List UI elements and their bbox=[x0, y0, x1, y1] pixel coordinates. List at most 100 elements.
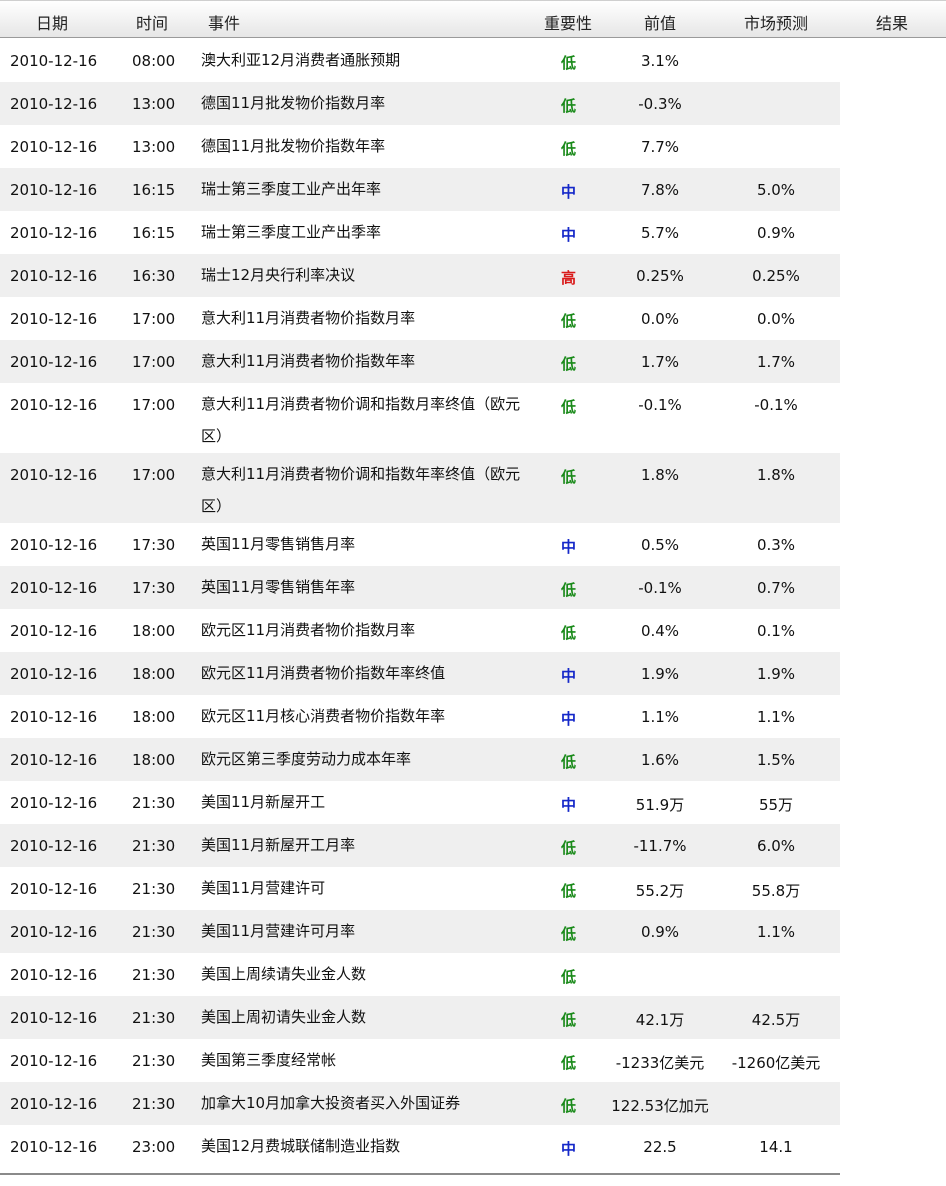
row-event: 澳大利亚12月消费者通胀预期 bbox=[201, 51, 401, 69]
row-date: 2010-12-16 bbox=[10, 267, 98, 285]
row-event: 意大利11月消费者物价调和指数年率终值（欧元区） bbox=[201, 465, 521, 515]
row-time: 16:30 bbox=[132, 267, 176, 285]
row-time: 18:00 bbox=[132, 665, 176, 683]
table-row: 2010-12-16 17:30 英国11月零售销售月率中 0.5% 0.3% bbox=[0, 523, 840, 566]
table-row: 2010-12-16 21:30 美国11月新屋开工中 51.9万 55万 bbox=[0, 781, 840, 824]
table-row: 2010-12-16 13:00 德国11月批发物价指数月率低 -0.3% bbox=[0, 82, 840, 125]
row-time: 21:30 bbox=[132, 1052, 176, 1070]
row-time: 13:00 bbox=[132, 95, 176, 113]
row-previous: 3.1% bbox=[640, 52, 680, 70]
row-time: 18:00 bbox=[132, 622, 176, 640]
row-forecast: 0.25% bbox=[752, 267, 800, 285]
row-forecast: 55.8万 bbox=[751, 882, 801, 900]
row-time: 17:30 bbox=[132, 579, 176, 597]
row-time: 21:30 bbox=[132, 837, 176, 855]
row-date: 2010-12-16 bbox=[10, 966, 98, 984]
row-date: 2010-12-16 bbox=[10, 708, 98, 726]
row-event: 英国11月零售销售月率 bbox=[201, 535, 356, 553]
row-forecast: 1.1% bbox=[756, 708, 796, 726]
row-time: 23:00 bbox=[132, 1138, 176, 1156]
row-event: 欧元区11月核心消费者物价指数年率 bbox=[201, 707, 446, 725]
row-event: 意大利11月消费者物价指数月率 bbox=[201, 309, 416, 327]
row-forecast: 0.1% bbox=[756, 622, 796, 640]
row-event: 美国11月新屋开工 bbox=[201, 793, 326, 811]
row-time: 21:30 bbox=[132, 880, 176, 898]
row-event: 美国11月新屋开工月率 bbox=[201, 836, 356, 854]
header-date[interactable]: 日期 bbox=[36, 10, 68, 34]
event-table-body: 2010-12-16 08:00 澳大利亚12月消费者通胀预期低 3.1% 2010-1… bbox=[0, 39, 840, 1168]
table-row: 2010-12-16 18:00 欧元区11月核心消费者物价指数年率中 1.1% 1.1… bbox=[0, 695, 840, 738]
row-date: 2010-12-16 bbox=[10, 923, 98, 941]
header-importance[interactable]: 重要性 bbox=[544, 10, 592, 34]
row-time: 21:30 bbox=[132, 923, 176, 941]
row-event: 欧元区11月消费者物价指数年率终值 bbox=[201, 664, 446, 682]
row-time: 13:00 bbox=[132, 138, 176, 156]
row-forecast: 1.5% bbox=[756, 751, 796, 769]
table-row: 2010-12-16 21:30 美国第三季度经常帐低 -1233亿美元 -1260亿美… bbox=[0, 1039, 840, 1082]
row-time: 17:00 bbox=[132, 466, 176, 484]
table-row: 2010-12-16 16:15 瑞士第三季度工业产出年率中 7.8% 5.0% bbox=[0, 168, 840, 211]
table-row: 2010-12-16 18:00 欧元区11月消费者物价指数月率低 0.4% 0.1% bbox=[0, 609, 840, 652]
row-event: 美国上周续请失业金人数 bbox=[201, 965, 367, 983]
table-row: 2010-12-16 21:30 美国上周初请失业金人数低 42.1万 42.5万 bbox=[0, 996, 840, 1039]
row-event: 欧元区第三季度劳动力成本年率 bbox=[201, 750, 412, 768]
row-forecast: 0.7% bbox=[756, 579, 796, 597]
row-forecast: 42.5万 bbox=[751, 1011, 801, 1029]
header-forecast[interactable]: 市场预测 bbox=[744, 10, 808, 34]
row-date: 2010-12-16 bbox=[10, 1095, 98, 1113]
row-forecast: 14.1 bbox=[759, 1138, 793, 1156]
row-time: 18:00 bbox=[132, 708, 176, 726]
table-row: 2010-12-16 18:00 欧元区第三季度劳动力成本年率低 1.6% 1.5% bbox=[0, 738, 840, 781]
table-row: 2010-12-16 21:30 加拿大10月加拿大投资者买入外国证券低 122.53… bbox=[0, 1082, 840, 1125]
row-event: 瑞士12月央行利率决议 bbox=[201, 266, 356, 284]
row-forecast: 6.0% bbox=[756, 837, 796, 855]
header-time[interactable]: 时间 bbox=[136, 10, 168, 34]
header-event[interactable]: 事件 bbox=[208, 10, 240, 34]
row-time: 16:15 bbox=[132, 181, 176, 199]
row-date: 2010-12-16 bbox=[10, 579, 98, 597]
row-date: 2010-12-16 bbox=[10, 52, 98, 70]
row-date: 2010-12-16 bbox=[10, 1138, 98, 1156]
table-row: 2010-12-16 21:30 美国11月营建许可月率低 0.9% 1.1% bbox=[0, 910, 840, 953]
row-forecast: 1.7% bbox=[756, 353, 796, 371]
header-previous[interactable]: 前值 bbox=[644, 10, 676, 34]
row-forecast: -0.1% bbox=[754, 396, 798, 414]
row-event: 美国第三季度经常帐 bbox=[201, 1051, 337, 1069]
row-event: 美国上周初请失业金人数 bbox=[201, 1008, 367, 1026]
row-time: 17:00 bbox=[132, 310, 176, 328]
row-event: 意大利11月消费者物价指数年率 bbox=[201, 352, 416, 370]
row-time: 17:00 bbox=[132, 353, 176, 371]
table-row: 2010-12-16 21:30 美国11月营建许可低 55.2万 55.8万 bbox=[0, 867, 840, 910]
table-row: 2010-12-16 23:00 美国12月费城联储制造业指数中 22.5 14.1 bbox=[0, 1125, 840, 1168]
row-event: 美国11月营建许可 bbox=[201, 879, 326, 897]
table-row: 2010-12-16 17:00 意大利11月消费者物价指数年率低 1.7% 1.7% bbox=[0, 340, 840, 383]
row-date: 2010-12-16 bbox=[10, 665, 98, 683]
table-row: 2010-12-16 17:00 意大利11月消费者物价指数月率低 0.0% 0.0% bbox=[0, 297, 840, 340]
row-time: 21:30 bbox=[132, 1095, 176, 1113]
row-event: 美国12月费城联储制造业指数 bbox=[201, 1137, 401, 1155]
row-date: 2010-12-16 bbox=[10, 622, 98, 640]
table-row: 2010-12-16 16:30 瑞士12月央行利率决议高 0.25% 0.25% bbox=[0, 254, 840, 297]
row-event: 瑞士第三季度工业产出季率 bbox=[201, 223, 382, 241]
table-header: 日期 时间 事件 重要性 前值 市场预测 结果 bbox=[0, 0, 946, 38]
row-date: 2010-12-16 bbox=[10, 310, 98, 328]
row-date: 2010-12-16 bbox=[10, 181, 98, 199]
row-time: 18:00 bbox=[132, 751, 176, 769]
row-date: 2010-12-16 bbox=[10, 95, 98, 113]
row-date: 2010-12-16 bbox=[10, 466, 98, 484]
row-time: 21:30 bbox=[132, 966, 176, 984]
row-event: 美国11月营建许可月率 bbox=[201, 922, 356, 940]
row-time: 17:30 bbox=[132, 536, 176, 554]
row-date: 2010-12-16 bbox=[10, 751, 98, 769]
header-result[interactable]: 结果 bbox=[876, 10, 908, 34]
row-date: 2010-12-16 bbox=[10, 794, 98, 812]
row-previous: -0.3% bbox=[638, 95, 682, 113]
row-date: 2010-12-16 bbox=[10, 396, 98, 414]
row-previous: 122.53亿加元 bbox=[611, 1097, 709, 1115]
row-event: 意大利11月消费者物价调和指数月率终值（欧元区） bbox=[201, 395, 521, 445]
table-row: 2010-12-16 21:30 美国上周续请失业金人数 低 bbox=[0, 953, 840, 996]
row-forecast: 1.8% bbox=[756, 466, 796, 484]
table-row: 2010-12-16 18:00 欧元区11月消费者物价指数年率终值中 1.9% 1.9… bbox=[0, 652, 840, 695]
row-event: 德国11月批发物价指数年率 bbox=[201, 137, 386, 155]
row-date: 2010-12-16 bbox=[10, 1009, 98, 1027]
